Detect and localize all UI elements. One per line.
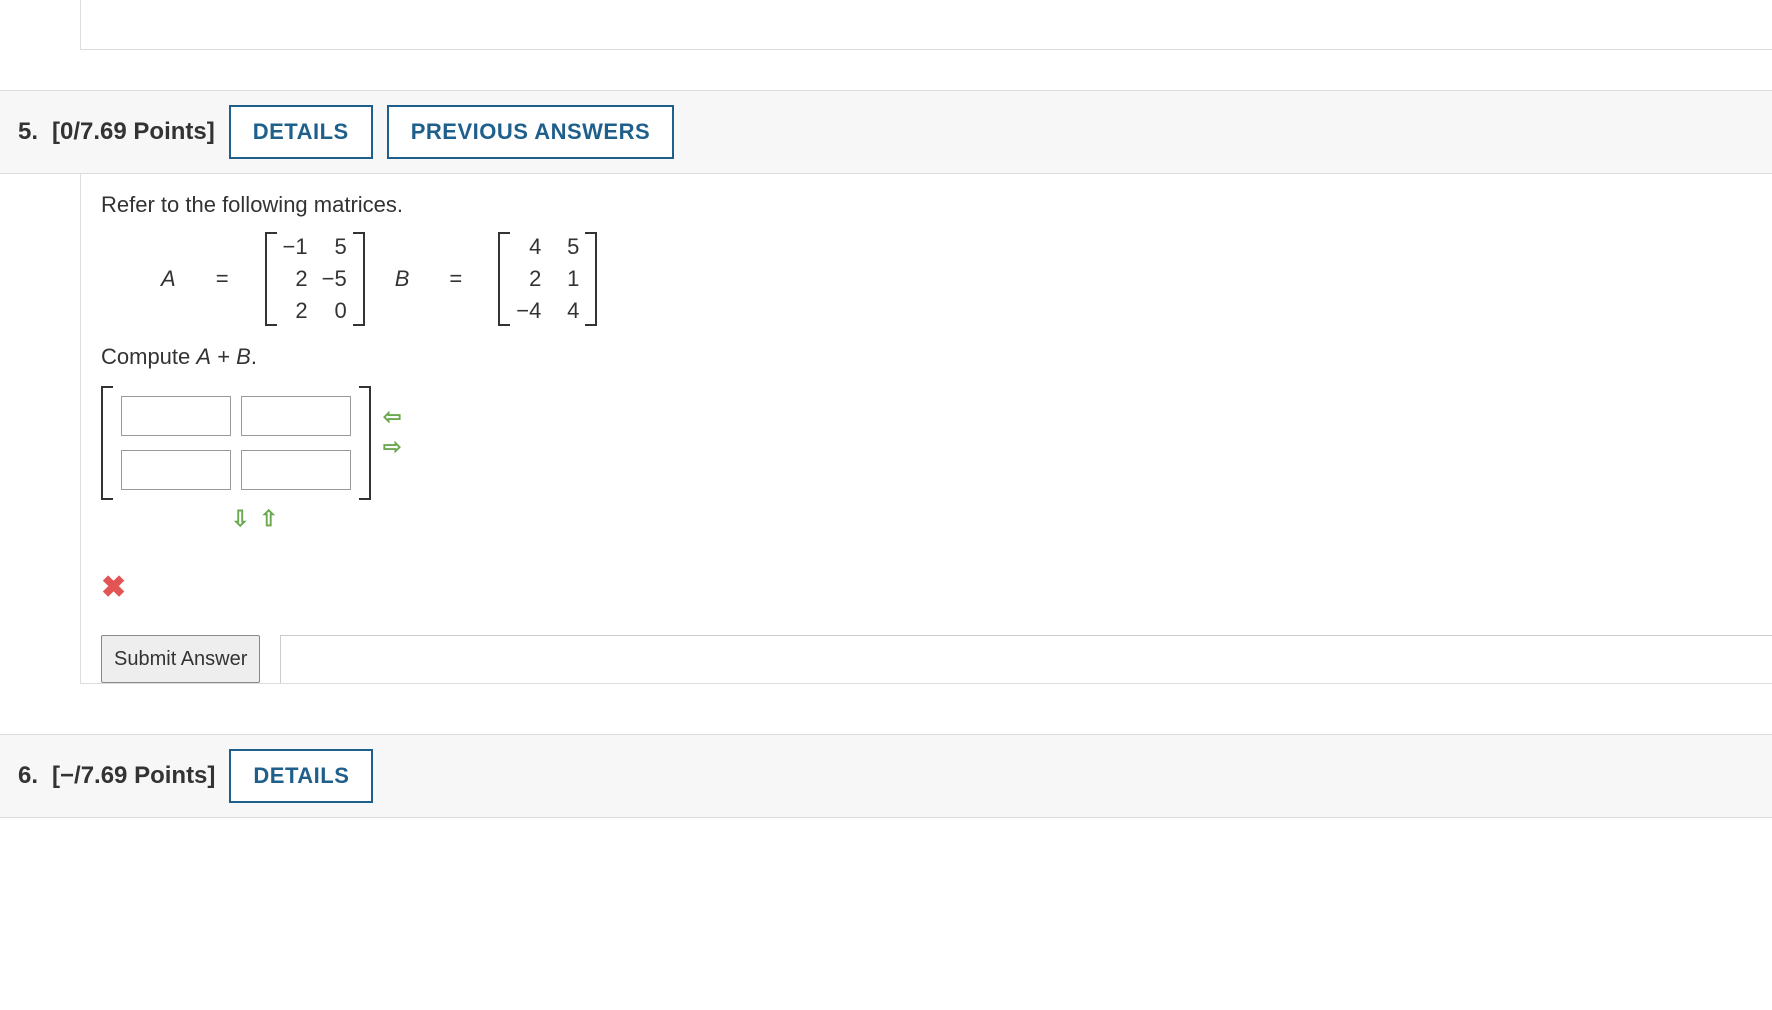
- matrix-a-label: A: [161, 266, 180, 292]
- question-5-header: 5. [0/7.69 Points] DETAILS PREVIOUS ANSW…: [0, 90, 1772, 174]
- details-button[interactable]: DETAILS: [229, 749, 373, 803]
- row-resize-controls: ⇩ ⇧: [231, 508, 1772, 530]
- matrix-b-cell: 1: [555, 266, 579, 292]
- answer-matrix: [101, 386, 371, 500]
- compute-instruction: Compute A + B.: [101, 344, 1772, 370]
- equals-sign: =: [210, 266, 235, 292]
- prev-question-panel-edge: [80, 0, 1772, 50]
- incorrect-icon: ✖: [101, 570, 1772, 605]
- answer-matrix-area: ⇦ ⇨: [101, 386, 1772, 500]
- details-button[interactable]: DETAILS: [229, 105, 373, 159]
- matrix-a: −1 5 2 −5 2 0: [265, 232, 365, 326]
- matrix-a-cell: −5: [322, 266, 347, 292]
- matrix-a-cell: 5: [322, 234, 347, 260]
- question-number: 6.: [18, 762, 38, 790]
- question-6-header: 6. [−/7.69 Points] DETAILS: [0, 734, 1772, 818]
- matrix-b-label: B: [395, 266, 414, 292]
- matrix-a-cell: 2: [283, 266, 308, 292]
- matrix-b-cell: 5: [555, 234, 579, 260]
- equals-sign: =: [443, 266, 468, 292]
- previous-answers-button[interactable]: PREVIOUS ANSWERS: [387, 105, 674, 159]
- remove-row-icon[interactable]: ⇧: [259, 508, 277, 530]
- matrix-b-cell: 4: [516, 234, 541, 260]
- matrix-a-cell: 0: [322, 298, 347, 324]
- question-points: [0/7.69 Points]: [52, 118, 215, 146]
- submit-answer-button[interactable]: Submit Answer: [101, 635, 260, 683]
- matrix-a-cell: 2: [283, 298, 308, 324]
- answer-cell-1-0[interactable]: [121, 450, 231, 490]
- question-5-body: Refer to the following matrices. A = −1 …: [80, 174, 1772, 684]
- question-points: [−/7.69 Points]: [52, 762, 215, 790]
- question-prompt: Refer to the following matrices.: [101, 192, 1772, 218]
- add-row-icon[interactable]: ⇩: [231, 508, 249, 530]
- matrix-b-cell: 2: [516, 266, 541, 292]
- answer-cell-0-0[interactable]: [121, 396, 231, 436]
- matrix-b: 4 5 2 1 −4 4: [498, 232, 597, 326]
- submit-row: Submit Answer: [101, 635, 1772, 683]
- panel-edge: [280, 635, 1772, 683]
- matrix-b-cell: −4: [516, 298, 541, 324]
- add-column-icon[interactable]: ⇨: [383, 436, 401, 458]
- matrix-a-cell: −1: [283, 234, 308, 260]
- matrix-b-cell: 4: [555, 298, 579, 324]
- column-resize-controls: ⇦ ⇨: [383, 406, 401, 458]
- remove-column-icon[interactable]: ⇦: [383, 406, 401, 428]
- question-number: 5.: [18, 118, 38, 146]
- answer-cell-1-1[interactable]: [241, 450, 351, 490]
- answer-cell-0-1[interactable]: [241, 396, 351, 436]
- matrices-definition: A = −1 5 2 −5 2 0 B = 4 5 2 1 −4 4: [161, 232, 1772, 326]
